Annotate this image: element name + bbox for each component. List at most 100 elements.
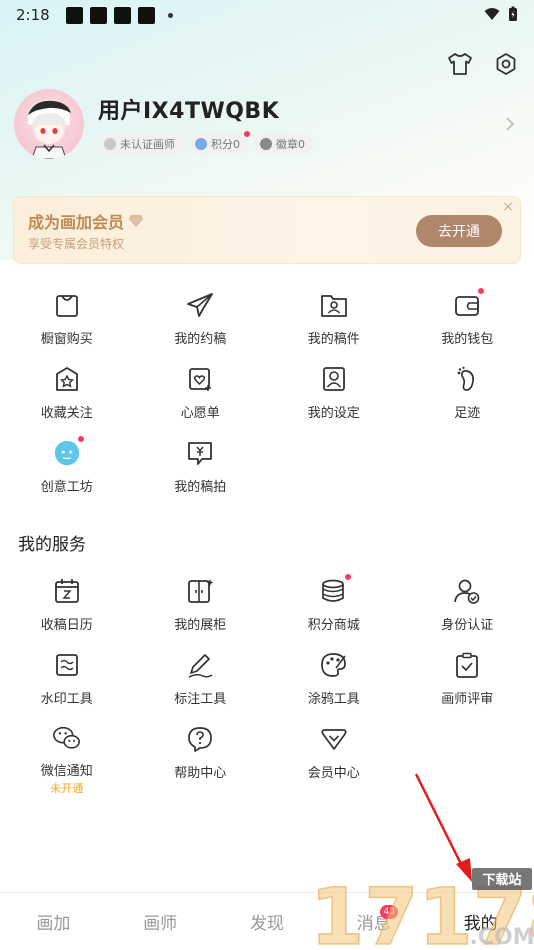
vip-title: 成为画加会员	[28, 209, 144, 233]
service-item-watermark-tool[interactable]: 水印工具	[0, 644, 134, 718]
bottom-navigation: 画加 画师 发现 消息 43 我的	[0, 892, 534, 950]
menu-item-my-settings[interactable]: 我的设定	[267, 358, 401, 432]
paper-plane-icon	[185, 290, 215, 320]
certify-badge[interactable]: 未认证画师	[98, 133, 183, 155]
identity-icon	[452, 576, 482, 606]
notification-dot	[477, 287, 486, 295]
clipboard-check-icon	[452, 650, 482, 680]
tab-label: 我的	[463, 914, 498, 934]
menu-item-my-wallet[interactable]: 我的钱包	[401, 284, 534, 358]
calendar-icon	[52, 576, 82, 606]
menu-item-label: 我的展柜	[174, 618, 227, 633]
unread-count-badge: 43	[380, 905, 399, 919]
profile-card[interactable]: 用户IX4TWQBK 未认证画师 积分0 徽章0	[14, 88, 524, 160]
tab-messages[interactable]: 消息 43	[320, 893, 427, 950]
wallet-icon	[452, 287, 486, 320]
menu-item-label: 标注工具	[174, 692, 227, 707]
wifi-icon	[484, 8, 500, 20]
chevron-right-icon	[500, 116, 520, 132]
watermark-icon	[52, 650, 82, 680]
service-item-points-mall[interactable]: 积分商城	[267, 570, 401, 644]
battery-icon	[509, 6, 517, 21]
help-icon	[185, 724, 215, 754]
menu-item-label: 创意工坊	[40, 480, 93, 495]
vip-subtitle: 享受专属会员特权	[28, 237, 125, 251]
profile-card-icon	[319, 364, 349, 394]
tab-discover[interactable]: 发现	[214, 893, 321, 950]
footprint-icon	[452, 364, 482, 394]
service-item-artist-review[interactable]: 画师评审	[401, 644, 534, 718]
service-item-vip-center[interactable]: 会员中心	[267, 718, 401, 792]
badge-label: 徽章0	[276, 138, 305, 151]
section-title-services: 我的服务	[18, 535, 86, 555]
vip-banner[interactable]: 成为画加会员 享受专属会员特权 去开通 ×	[13, 196, 521, 264]
diamond-icon	[128, 215, 144, 227]
service-item-annotation-tool[interactable]: 标注工具	[134, 644, 268, 718]
menu-item-label: 会员中心	[307, 766, 360, 781]
menu-item-label: 画师评审	[441, 692, 494, 707]
workshop-icon	[52, 435, 85, 468]
service-item-calendar[interactable]: 收稿日历	[0, 570, 134, 644]
open-vip-button[interactable]: 去开通	[416, 215, 502, 247]
service-item-showcase[interactable]: 我的展柜	[134, 570, 268, 644]
vip-icon	[319, 724, 349, 754]
tab-mine[interactable]: 我的	[427, 893, 534, 950]
menu-item-label: 积分商城	[307, 618, 360, 633]
services-grid: 收稿日历 我的展柜 积分商城 身份认证 水印工具 标注工具 涂鸦工具 画师评审 …	[0, 570, 534, 795]
folder-person-icon	[319, 290, 349, 320]
badge-label: 积分0	[211, 138, 240, 151]
medal-badge[interactable]: 徽章0	[254, 133, 313, 155]
menu-item-label: 橱窗购买	[40, 332, 93, 347]
menu-item-favorites[interactable]: 收藏关注	[0, 358, 134, 432]
menu-item-label: 身份认证	[441, 618, 494, 633]
tab-label: 画加	[36, 914, 71, 934]
tab-artists[interactable]: 画师	[107, 893, 214, 950]
service-item-doodle-tool[interactable]: 涂鸦工具	[267, 644, 401, 718]
not-enabled-label: 未开通	[50, 782, 84, 795]
menu-item-creative-workshop[interactable]: 创意工坊	[0, 432, 134, 506]
notification-dot	[76, 435, 85, 443]
main-menu-grid: 橱窗购买 我的约稿 我的稿件 我的钱包 收藏关注 心愿单 我的设定 足迹 创意工…	[0, 284, 534, 506]
notification-dot	[244, 131, 250, 137]
avatar[interactable]	[14, 89, 84, 159]
status-time: 2:18	[16, 6, 50, 24]
notification-icon	[89, 6, 107, 24]
settings-icon[interactable]	[492, 50, 520, 78]
points-icon	[195, 138, 207, 150]
menu-item-label: 收稿日历	[40, 618, 93, 633]
points-badge[interactable]: 积分0	[189, 131, 250, 155]
service-item-help-center[interactable]: 帮助中心	[134, 718, 268, 792]
menu-item-my-commissions[interactable]: 我的约稿	[134, 284, 268, 358]
menu-item-my-works[interactable]: 我的稿件	[267, 284, 401, 358]
menu-item-wishlist[interactable]: 心愿单	[134, 358, 268, 432]
close-icon[interactable]: ×	[502, 199, 514, 215]
tshirt-icon[interactable]	[446, 50, 474, 78]
menu-item-label: 我的稿拍	[174, 480, 227, 495]
menu-item-label: 帮助中心	[174, 766, 227, 781]
menu-item-my-auction[interactable]: 我的稿拍	[134, 432, 268, 506]
header-actions	[446, 50, 520, 78]
notification-icon	[65, 6, 83, 24]
menu-item-footprint[interactable]: 足迹	[401, 358, 534, 432]
menu-item-label: 我的约稿	[174, 332, 227, 347]
watermark-sub: 下载站	[482, 872, 521, 888]
menu-item-label: 涂鸦工具	[307, 692, 360, 707]
medal-icon	[260, 138, 272, 150]
menu-item-label: 我的钱包	[441, 332, 494, 347]
more-notifications-icon	[167, 12, 173, 18]
wechat-icon	[52, 724, 82, 752]
username: 用户IX4TWQBK	[98, 99, 280, 124]
badge-label: 未认证画师	[120, 138, 175, 151]
service-item-identity[interactable]: 身份认证	[401, 570, 534, 644]
tab-label: 发现	[249, 914, 284, 934]
menu-item-label: 我的稿件	[307, 332, 360, 347]
auction-icon	[185, 438, 215, 468]
certify-icon	[104, 138, 116, 150]
status-bar: 2:18	[0, 0, 534, 30]
menu-item-window-purchase[interactable]: 橱窗购买	[0, 284, 134, 358]
shopping-bag-icon	[52, 290, 82, 320]
service-item-wechat-notify[interactable]: 微信通知 未开通	[0, 718, 134, 795]
pen-icon	[185, 650, 215, 680]
wishlist-icon	[185, 364, 215, 394]
tab-huajia[interactable]: 画加	[0, 893, 107, 950]
